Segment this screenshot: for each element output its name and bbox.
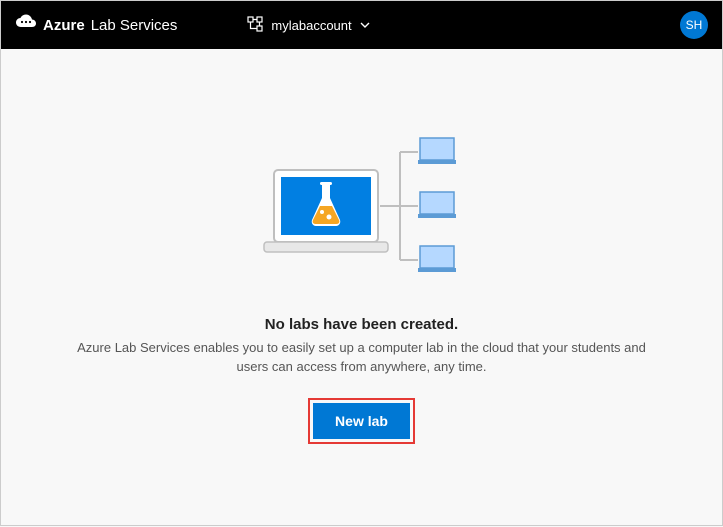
new-lab-button[interactable]: New lab <box>313 403 410 439</box>
monitor-icon <box>418 192 456 218</box>
new-lab-highlight: New lab <box>308 398 415 444</box>
empty-title: No labs have been created. <box>265 316 458 333</box>
user-initials: SH <box>686 18 703 32</box>
app-header: Azure Lab Services mylabaccount SH <box>1 1 722 49</box>
lab-account-selector[interactable]: mylabaccount <box>247 16 369 35</box>
empty-illustration <box>252 122 472 282</box>
monitor-icon <box>418 138 456 164</box>
empty-state: No labs have been created. Azure Lab Ser… <box>1 49 722 527</box>
empty-description: Azure Lab Services enables you to easily… <box>67 339 657 377</box>
brand-name-bold: Azure <box>43 17 85 34</box>
azure-cloud-icon <box>15 14 37 36</box>
user-avatar[interactable]: SH <box>680 11 708 39</box>
chevron-down-icon <box>360 19 370 31</box>
brand: Azure Lab Services <box>15 14 177 36</box>
lab-account-name: mylabaccount <box>271 18 351 33</box>
brand-name-light: Lab Services <box>91 17 178 34</box>
monitor-icon <box>418 246 456 272</box>
resource-icon <box>247 16 263 35</box>
